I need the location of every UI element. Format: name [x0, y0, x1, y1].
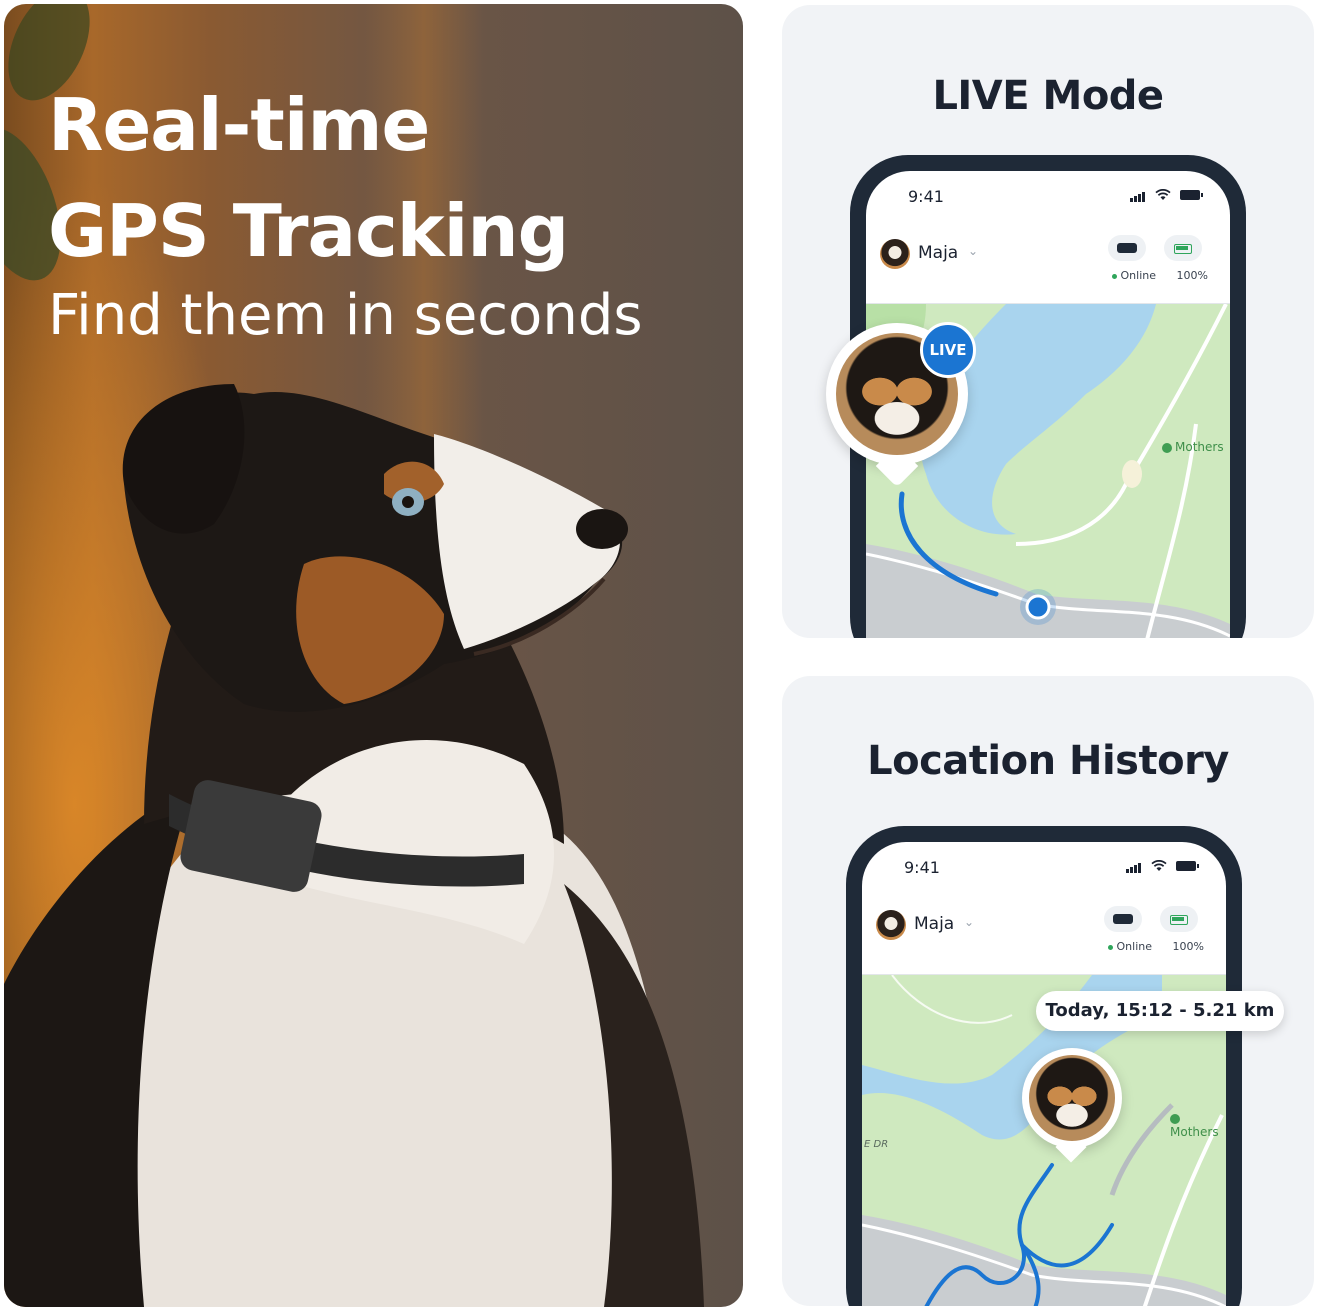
card-title: Location History: [867, 738, 1229, 784]
app-header: Maja ⌄ Online 100%: [866, 227, 1230, 304]
poi-name: Mothers: [1175, 440, 1224, 454]
tracker-icon: [1117, 243, 1137, 253]
signal-icon: [1129, 187, 1146, 202]
device-status-label: Online: [1116, 940, 1152, 953]
pet-photo: [1029, 1055, 1115, 1141]
hero-title-line-1: Real-time: [48, 83, 430, 167]
wifi-icon: [1155, 188, 1171, 200]
tracker-battery-button[interactable]: [1160, 906, 1198, 932]
status-bar-icons: [1125, 858, 1199, 873]
map-poi-label[interactable]: Mothers: [1162, 440, 1224, 454]
live-mode-card: LIVE Mode 9:41 Maja ⌄ Online 100% Mother…: [782, 5, 1314, 638]
live-badge: LIVE: [920, 322, 976, 378]
battery-level-icon: [1170, 915, 1188, 925]
pet-location-pin[interactable]: [1022, 1048, 1122, 1163]
battery-level-icon: [1174, 244, 1192, 254]
road-label: E DR: [864, 1139, 889, 1150]
tracker-device-button[interactable]: [1108, 235, 1146, 261]
avatar[interactable]: [876, 910, 906, 940]
status-bar-icons: [1129, 187, 1203, 202]
hero-title-line-2: GPS Tracking: [48, 189, 569, 273]
chevron-down-icon[interactable]: ⌄: [964, 915, 974, 929]
avatar[interactable]: [880, 239, 910, 269]
hero-panel: Real-time GPS Tracking Find them in seco…: [4, 4, 743, 1307]
poi-icon: [1170, 1113, 1180, 1124]
app-header: Maja ⌄ Online 100%: [862, 898, 1226, 975]
map-poi-label[interactable]: Mothers: [1170, 1111, 1226, 1139]
online-dot-icon: [1107, 944, 1113, 950]
hero-subtitle: Find them in seconds: [48, 283, 643, 348]
card-title: LIVE Mode: [932, 73, 1164, 119]
signal-icon: [1125, 858, 1142, 873]
device-status-label: Online: [1120, 269, 1156, 282]
status-time: 9:41: [904, 858, 940, 877]
tracker-battery-button[interactable]: [1164, 235, 1202, 261]
poi-icon: [1162, 442, 1172, 453]
battery-icon: [1180, 189, 1203, 200]
pet-name[interactable]: Maja: [918, 243, 958, 263]
tracker-icon: [1113, 914, 1133, 924]
battery-icon: [1176, 860, 1199, 871]
pet-name[interactable]: Maja: [914, 914, 954, 934]
chevron-down-icon[interactable]: ⌄: [968, 244, 978, 258]
hero-title: Real-time GPS Tracking: [48, 72, 569, 284]
device-status: Online: [1111, 269, 1156, 282]
wifi-icon: [1151, 859, 1167, 871]
online-dot-icon: [1111, 273, 1117, 279]
history-summary-bubble[interactable]: Today, 15:12 - 5.21 km: [1036, 991, 1284, 1031]
battery-percentage: 100%: [1176, 269, 1208, 282]
device-status: Online: [1107, 940, 1152, 953]
poi-name: Mothers: [1170, 1125, 1219, 1139]
tracker-device-button[interactable]: [1104, 906, 1142, 932]
status-time: 9:41: [908, 187, 944, 206]
battery-percentage: 100%: [1172, 940, 1204, 953]
